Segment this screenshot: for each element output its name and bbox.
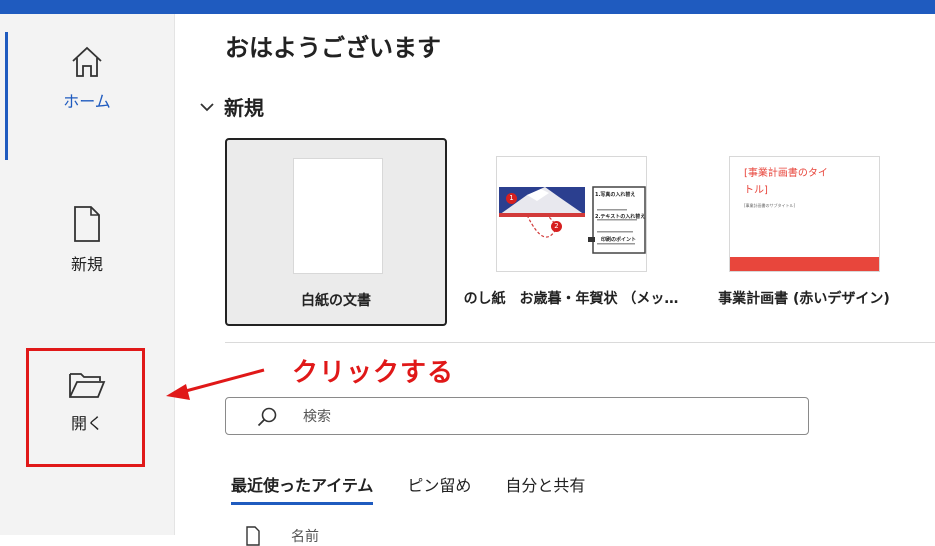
thumb-red-band <box>730 257 879 271</box>
noshi-heading-1: 1.写真の入れ替え <box>595 192 636 198</box>
noshi-badge-1: 1 <box>506 193 517 204</box>
open-folder-icon <box>69 373 106 398</box>
template-name: 白紙の文書 <box>301 293 371 309</box>
nav-home-label: ホーム <box>63 92 111 111</box>
template-thumbnail: 1 2 1.写真の入れ替え 2.テキストの入れ替え 印刷のポイント <box>496 156 647 272</box>
template-business-plan-red[interactable]: [事業計画書のタイ トル] [事業計画書のサブタイトル] 事業計画書 (赤いデザ… <box>693 138 915 326</box>
greeting-heading: おはようございます <box>225 34 441 62</box>
tab-recent[interactable]: 最近使ったアイテム <box>231 472 374 505</box>
new-section-header[interactable]: 新規 <box>196 92 264 121</box>
tab-shared-with-me[interactable]: 自分と共有 <box>505 472 585 505</box>
nav-open[interactable]: 開く <box>0 368 174 434</box>
thumb-title: [事業計画書のタイ トル] <box>744 165 828 199</box>
search-icon <box>257 407 277 427</box>
tab-pinned[interactable]: ピン留め <box>407 472 471 505</box>
nav-new-label: 新規 <box>70 255 103 274</box>
new-section-title: 新規 <box>224 96 264 120</box>
template-blank-document[interactable]: 白紙の文書 <box>225 138 447 326</box>
file-tabs: 最近使ったアイテム ピン留め 自分と共有 <box>231 472 619 505</box>
noshi-badge-2: 2 <box>551 221 562 232</box>
new-document-icon <box>74 206 100 242</box>
template-name: 事業計画書 (赤いデザイン) <box>718 291 890 307</box>
title-bar <box>0 0 935 14</box>
template-name: のし紙 お歳暮・年賀状 （メッ… <box>463 291 679 307</box>
search-input[interactable] <box>301 406 785 428</box>
thumb-subtitle: [事業計画書のサブタイトル] <box>744 203 796 208</box>
noshi-heading-3: 印刷のポイント <box>601 237 637 243</box>
annotation-callout: クリックする <box>292 358 455 388</box>
home-icon <box>72 46 102 77</box>
nav-new[interactable]: 新規 <box>0 205 174 275</box>
template-noshi-paper[interactable]: 1 2 1.写真の入れ替え 2.テキストの入れ替え 印刷のポイント のし紙 お歳… <box>460 138 682 326</box>
section-divider <box>225 342 935 343</box>
thumb-title-line-2: トル] <box>744 185 768 196</box>
nav-open-label: 開く <box>70 414 103 433</box>
document-icon <box>246 526 260 546</box>
name-column-header: 名前 <box>291 529 319 545</box>
chevron-down-icon[interactable] <box>196 96 218 118</box>
thumb-title-line-1: [事業計画書のタイ <box>744 168 828 179</box>
search-box[interactable] <box>225 397 809 435</box>
noshi-heading-2: 2.テキストの入れ替え <box>595 214 646 220</box>
nav-home[interactable]: ホーム <box>0 44 174 112</box>
file-list-header[interactable]: 名前 <box>245 526 319 546</box>
template-thumbnail: [事業計画書のタイ トル] [事業計画書のサブタイトル] <box>729 156 880 272</box>
template-thumbnail <box>293 158 383 274</box>
